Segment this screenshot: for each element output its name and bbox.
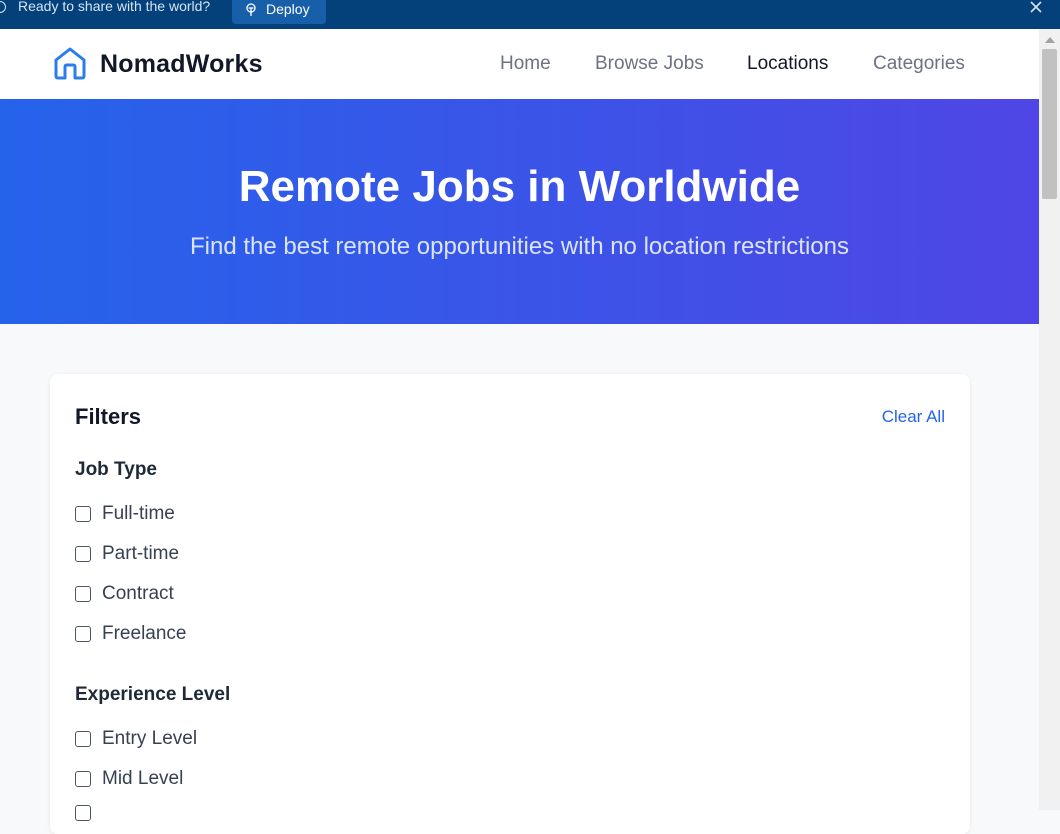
option-label: Part-time [102,543,180,564]
checkbox[interactable] [75,626,91,642]
checkbox[interactable] [75,731,91,747]
experience-level-heading: Experience Level [75,684,231,705]
page-title: Remote Jobs in Worldwide [238,162,801,211]
checkbox[interactable] [75,506,91,522]
scrollbar-thumb[interactable] [1042,49,1057,199]
option-label: Contract [102,583,174,604]
option-label: Mid Level [102,768,184,789]
hero-section: Remote Jobs in Worldwide Find the best r… [0,99,1039,324]
checkbox[interactable] [75,546,91,562]
filter-option-entry-level[interactable]: Entry Level [75,728,197,750]
nav-link-browse-jobs[interactable]: Browse Jobs [595,53,704,75]
deploy-icon [246,3,256,16]
job-type-heading: Job Type [75,459,157,480]
filter-option-part-time[interactable]: Part-time [75,543,179,565]
clear-all-button[interactable]: Clear All [882,407,945,427]
option-label: Freelance [102,623,187,644]
close-icon[interactable] [1029,0,1043,14]
banner-message: Ready to share with the world? [18,0,211,14]
option-label: Entry Level [102,728,198,749]
status-icon [0,1,6,13]
nav-link-home[interactable]: Home [500,53,551,75]
deploy-label: Deploy [266,1,310,17]
deploy-button[interactable]: Deploy [232,0,326,24]
filter-option-full-time[interactable]: Full-time [75,503,175,525]
filter-option-partial[interactable] [75,802,91,824]
filters-panel: Filters Clear All Job Type Full-time Par… [50,374,970,834]
nav-link-locations[interactable]: Locations [747,53,828,75]
navbar: NomadWorks Home Browse Jobs Locations Ca… [0,29,1039,99]
option-label: Full-time [102,503,175,524]
checkbox[interactable] [75,805,91,821]
deploy-banner: Ready to share with the world? Deploy [0,0,1060,29]
filter-option-contract[interactable]: Contract [75,583,174,605]
checkbox[interactable] [75,771,91,787]
scrollbar[interactable] [1039,29,1060,810]
scroll-up-arrow-icon[interactable] [1045,37,1055,43]
brand-name[interactable]: NomadWorks [100,50,263,79]
filter-option-mid-level[interactable]: Mid Level [75,768,183,790]
checkbox[interactable] [75,586,91,602]
home-icon[interactable] [52,45,88,81]
nav-link-categories[interactable]: Categories [873,53,965,75]
page-subtitle: Find the best remote opportunities with … [189,233,849,260]
filter-option-freelance[interactable]: Freelance [75,623,187,645]
filters-title: Filters [75,404,142,429]
